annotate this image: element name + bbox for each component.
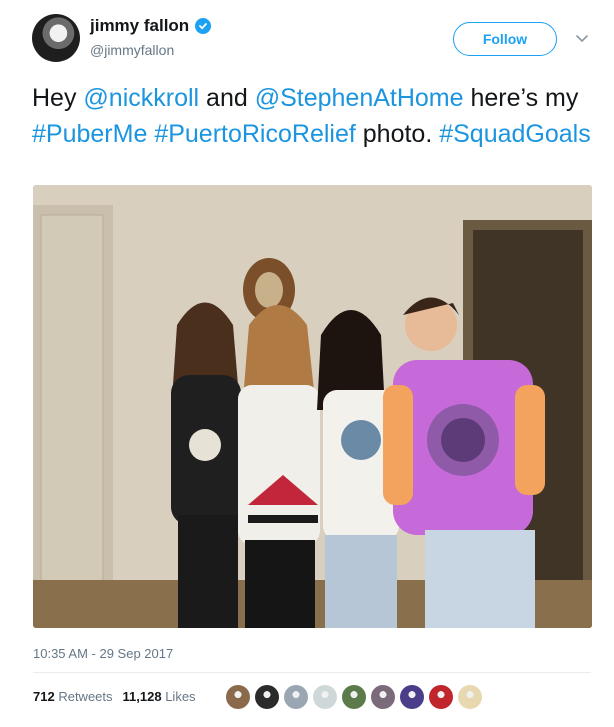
tweet-text: Hey @nickkroll and @StephenAtHome here’s… xyxy=(32,80,592,152)
liker-avatar[interactable] xyxy=(313,685,337,709)
liker-avatar[interactable] xyxy=(255,685,279,709)
likes-stat[interactable]: 11,128 Likes xyxy=(123,689,196,704)
liker-avatar[interactable] xyxy=(342,685,366,709)
tweet-text-segment: photo. xyxy=(355,120,440,148)
verified-badge-icon xyxy=(195,18,212,34)
author-name-row[interactable]: jimmy fallon xyxy=(90,16,212,36)
likes-label: Likes xyxy=(165,689,196,704)
tweet-photo[interactable] xyxy=(33,185,592,628)
hashtag-link[interactable]: #SquadGoals xyxy=(439,120,591,148)
author-handle[interactable]: @jimmyfallon xyxy=(90,42,174,58)
author-display-name[interactable]: jimmy fallon xyxy=(90,16,189,36)
liker-avatar[interactable] xyxy=(284,685,308,709)
liker-avatar[interactable] xyxy=(371,685,395,709)
liker-avatar[interactable] xyxy=(429,685,453,709)
retweets-count: 712 xyxy=(33,689,55,704)
liker-avatars xyxy=(226,685,482,709)
liker-avatar[interactable] xyxy=(226,685,250,709)
divider-top xyxy=(33,672,591,673)
mention-link[interactable]: @nickkroll xyxy=(83,84,199,112)
hashtag-link[interactable]: #PuertoRicoRelief xyxy=(154,120,356,148)
tweet-text-segment: Hey xyxy=(32,84,84,112)
likes-count: 11,128 xyxy=(122,689,162,704)
tweet-text-segment: and xyxy=(199,84,255,112)
retweets-label: Retweets xyxy=(58,689,113,704)
photo-illustration xyxy=(33,185,592,628)
engagement-stats: 712 Retweets 11,128 Likes xyxy=(33,689,196,704)
chevron-down-icon[interactable] xyxy=(574,32,590,44)
liker-avatar[interactable] xyxy=(400,685,424,709)
retweets-stat[interactable]: 712 Retweets xyxy=(33,689,113,704)
tweet-timestamp[interactable]: 10:35 AM - 29 Sep 2017 xyxy=(33,646,173,661)
author-avatar[interactable] xyxy=(32,14,80,62)
hashtag-link[interactable]: #PuberMe xyxy=(32,120,147,148)
mention-link[interactable]: @StephenAtHome xyxy=(255,84,464,112)
follow-button[interactable]: Follow xyxy=(453,22,557,56)
tweet-text-segment: here’s my xyxy=(463,84,579,112)
liker-avatar[interactable] xyxy=(458,685,482,709)
